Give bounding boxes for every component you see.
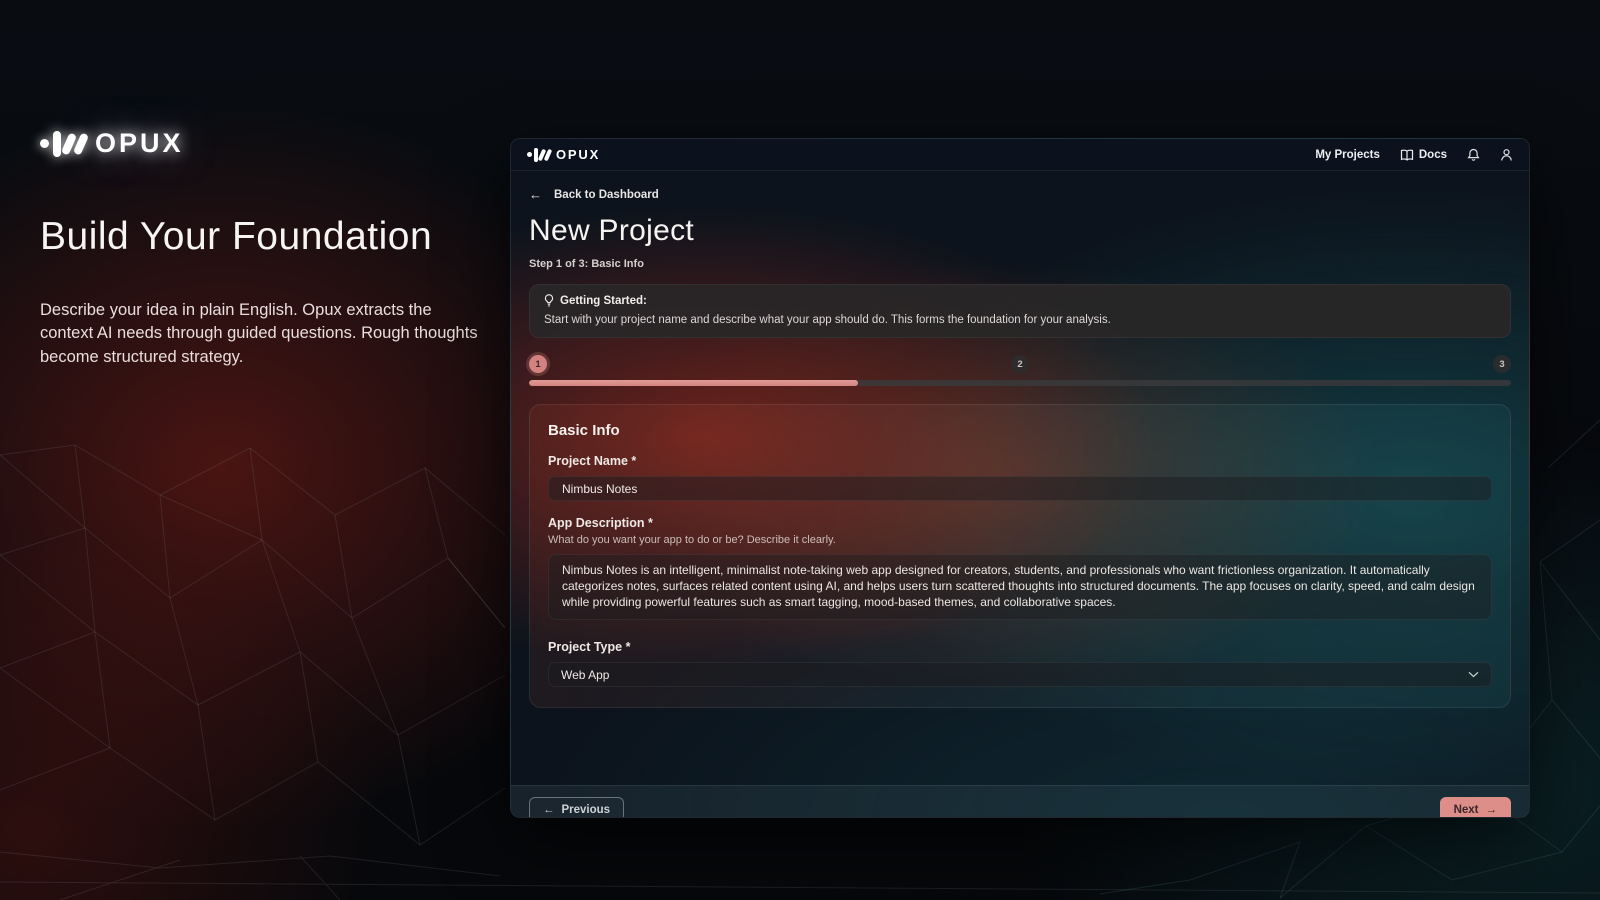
app-description-helper: What do you want your app to do or be? D… <box>548 534 1492 546</box>
progress-bar-fill <box>529 380 858 386</box>
previous-button[interactable]: ← Previous <box>529 797 624 819</box>
project-name-input[interactable] <box>548 476 1492 501</box>
project-name-label: Project Name * <box>548 454 1492 468</box>
nav-label: My Projects <box>1315 149 1380 161</box>
app-logo-text: OPUX <box>556 147 600 162</box>
card-title: Basic Info <box>548 422 1492 439</box>
nav-my-projects-link[interactable]: My Projects <box>1315 149 1380 161</box>
previous-button-label: Previous <box>562 804 611 816</box>
callout-title-row: Getting Started: <box>544 294 1496 307</box>
brand-logo-text: OPUX <box>95 128 184 159</box>
opux-logo-icon <box>40 131 85 157</box>
back-to-dashboard-link[interactable]: ← Back to Dashboard <box>529 187 659 202</box>
wizard-footer: ← Previous Next → <box>511 785 1529 818</box>
next-button-label: Next <box>1454 804 1479 816</box>
app-header: OPUX My Projects Docs <box>511 139 1529 171</box>
app-header-logo: OPUX <box>527 147 600 162</box>
user-icon <box>1500 148 1513 162</box>
app-window: OPUX My Projects Docs <box>510 138 1530 818</box>
back-link-label: Back to Dashboard <box>554 189 659 201</box>
opux-logo-icon <box>527 148 550 162</box>
arrow-left-icon: ← <box>543 804 555 816</box>
arrow-right-icon: → <box>1486 804 1498 816</box>
user-menu-button[interactable] <box>1500 148 1513 162</box>
next-button[interactable]: Next → <box>1440 797 1511 819</box>
lightbulb-icon <box>544 294 554 307</box>
basic-info-card: Basic Info Project Name * App Descriptio… <box>529 404 1511 708</box>
chevron-down-icon <box>1468 671 1479 678</box>
brand-description: Describe your idea in plain English. Opu… <box>40 299 480 369</box>
progress-bar <box>529 380 1511 386</box>
step-circle-1: 1 <box>529 355 547 373</box>
page-title: New Project <box>529 214 1511 248</box>
step-circle-2: 2 <box>1011 355 1029 373</box>
step-indicator-text: Step 1 of 3: Basic Info <box>529 258 1511 270</box>
callout-title: Getting Started: <box>560 295 647 307</box>
project-type-label: Project Type * <box>548 640 1492 654</box>
header-nav: My Projects Docs <box>1315 148 1513 162</box>
app-description-textarea[interactable]: Nimbus Notes is an intelligent, minimali… <box>548 554 1492 620</box>
app-description-label: App Description * <box>548 516 1492 530</box>
book-icon <box>1400 149 1414 161</box>
notifications-button[interactable] <box>1467 148 1480 162</box>
arrow-left-icon: ← <box>529 187 542 202</box>
app-content: ← Back to Dashboard New Project Step 1 o… <box>511 187 1529 818</box>
brand-headline: Build Your Foundation <box>40 215 490 259</box>
bell-icon <box>1467 148 1480 162</box>
brand-logo: OPUX <box>40 128 490 159</box>
step-circle-3: 3 <box>1493 355 1511 373</box>
project-type-select[interactable]: Web App <box>548 662 1492 687</box>
nav-label: Docs <box>1419 149 1447 161</box>
callout-body: Start with your project name and describ… <box>544 314 1496 326</box>
project-type-value: Web App <box>561 668 609 682</box>
getting-started-callout: Getting Started: Start with your project… <box>529 284 1511 338</box>
nav-docs-link[interactable]: Docs <box>1400 149 1447 161</box>
step-progress-indicator: 1 2 3 <box>529 355 1511 373</box>
branding-panel: OPUX Build Your Foundation Describe your… <box>40 128 490 369</box>
